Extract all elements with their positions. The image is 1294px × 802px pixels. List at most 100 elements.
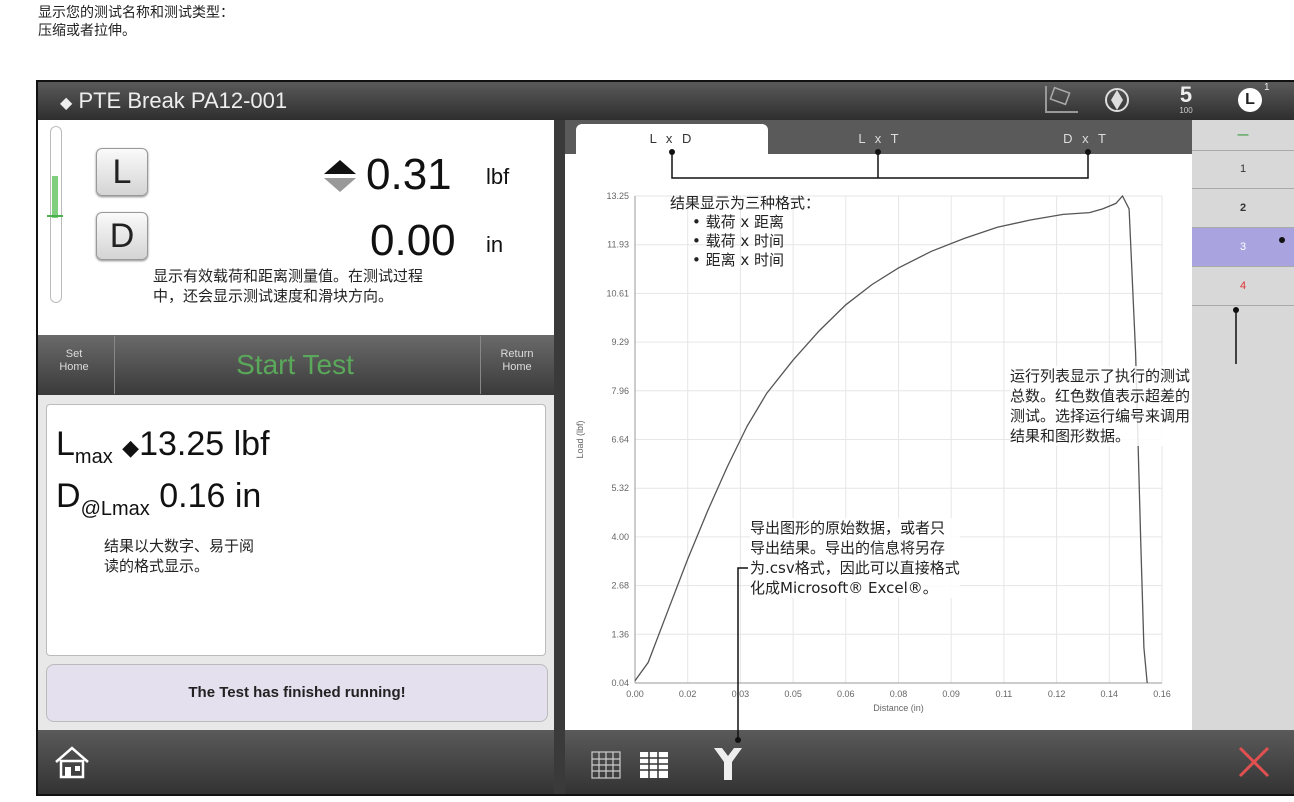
run-item[interactable]: 1: [1192, 150, 1294, 189]
start-test-button[interactable]: Start Test: [200, 345, 390, 385]
annotation-line: 运行列表显示了执行的测试: [1010, 367, 1191, 385]
test-title[interactable]: ◆ PTE Break PA12-001: [60, 86, 287, 119]
speed-value: 5: [1179, 82, 1193, 107]
x-tick-label: 0.09: [942, 689, 960, 699]
divider: [114, 336, 115, 394]
button-label: Home: [59, 361, 89, 373]
table-view-icon[interactable]: [636, 748, 672, 786]
x-tick-label: 0.00: [626, 689, 644, 699]
x-tick-label: 0.16: [1153, 689, 1171, 699]
test-name-annotation: 显示您的测试名称和测试类型： 压缩或者拉伸。: [38, 4, 234, 40]
annotation-line: 读的格式显示。: [104, 557, 210, 575]
speed-sub: 100: [1179, 106, 1193, 115]
status-message: The Test has finished running!: [46, 664, 548, 722]
load-key-button[interactable]: L: [96, 148, 148, 196]
runs-annotation: 运行列表显示了执行的测试 总数。红色数值表示超差的 测试。选择运行编号来调用 结…: [1010, 366, 1191, 446]
distance-value: 0.00: [370, 216, 456, 265]
x-axis-title: Distance (in): [873, 703, 924, 713]
grid-view-icon[interactable]: [588, 748, 624, 786]
load-direction-icon: [322, 160, 358, 196]
lmax-label: L: [56, 425, 75, 463]
export-annotation: 导出图形的原始数据，或者只 导出结果。导出的信息将另存 为.csv格式，因此可以…: [750, 518, 960, 598]
run-item[interactable]: 2: [1192, 189, 1294, 228]
direction-icon: ◆: [122, 435, 140, 460]
y-tick-label: 0.04: [611, 678, 629, 688]
annotation-bullet: • 距离 x 时间: [692, 251, 785, 269]
y-tick-label: 1.36: [611, 629, 629, 639]
x-tick-label: 0.02: [679, 689, 697, 699]
y-axis-title: Load (lbf): [575, 420, 585, 458]
dlmax-result: D@Lmax 0.16 in: [56, 476, 261, 529]
annotation-line: 显示有效载荷和距离测量值。在测试过程: [153, 267, 424, 285]
user-badge: 1: [1264, 82, 1270, 93]
tabs-annotation: 结果显示为三种格式： • 载荷 x 距离 • 载荷 x 时间 • 距离 x 时间: [670, 194, 820, 270]
x-tick-label: 0.05: [784, 689, 802, 699]
dlmax-value: 0.16 in: [159, 477, 262, 515]
x-tick-label: 0.11: [995, 689, 1012, 699]
y-tick-label: 10.61: [606, 288, 629, 298]
annotation-line: 结果显示为三种格式：: [670, 194, 821, 212]
annotation-line: 为.csv格式，因此可以直接格式: [750, 559, 960, 577]
results-annotation: 结果以大数字、易于阅 读的格式显示。: [104, 536, 254, 576]
runs-callout-line: [1233, 237, 1285, 364]
y-tick-label: 4.00: [611, 532, 629, 542]
annotation-bullet: • 载荷 x 距离: [692, 213, 785, 231]
y-tick-label: 11.93: [607, 240, 629, 250]
distance-unit: in: [486, 232, 504, 257]
y-tick-label: 5.32: [611, 483, 629, 493]
home-icon[interactable]: [52, 744, 92, 784]
button-label: Set: [65, 348, 83, 360]
test-title-text: PTE Break PA12-001: [78, 88, 288, 113]
dlmax-sub: @Lmax: [80, 497, 150, 520]
lmax-value: 13.25 lbf: [139, 425, 270, 463]
chart-zoom-icon[interactable]: [1042, 84, 1082, 116]
y-tick-label: 6.64: [611, 435, 629, 445]
x-tick-label: 0.14: [1101, 689, 1119, 699]
annotation-line: 压缩或者拉伸。: [38, 23, 136, 39]
button-label: Return: [500, 348, 534, 360]
y-tick-label: 2.68: [611, 581, 629, 591]
run-list-header: —: [1192, 124, 1294, 151]
load-value: 0.31: [366, 150, 452, 199]
y-tick-label: 13.25: [606, 191, 629, 201]
user-icon[interactable]: L: [1238, 88, 1262, 112]
compass-icon[interactable]: [1103, 86, 1131, 122]
close-icon[interactable]: [1236, 744, 1272, 784]
readout-annotation: 显示有效载荷和距离测量值。在测试过程 中，还会显示测试速度和滑块方向。: [153, 266, 424, 306]
export-icon[interactable]: [712, 744, 744, 788]
annotation-line: 中，还会显示测试速度和滑块方向。: [153, 287, 394, 305]
return-home-button[interactable]: Return Home: [486, 348, 548, 374]
annotation-line: 结果以大数字、易于阅: [104, 537, 255, 555]
x-tick-label: 0.12: [1048, 689, 1066, 699]
bottom-bar-right: [565, 730, 1294, 794]
button-label: Home: [502, 361, 532, 373]
divider: [480, 336, 481, 394]
bottom-bar-left: [38, 730, 554, 794]
load-unit: lbf: [486, 164, 510, 189]
annotation-line: 距离 x 时间: [705, 251, 785, 269]
annotation-line: 总数。红色数值表示超差的: [1010, 387, 1191, 405]
export-callout-line: [735, 567, 748, 743]
annotation-line: 载荷 x 时间: [705, 232, 785, 250]
gauge-fill: [52, 176, 58, 218]
annotation-line: 载荷 x 距离: [705, 213, 785, 231]
dlmax-label: D: [56, 477, 81, 515]
x-tick-label: 0.06: [837, 689, 855, 699]
annotation-line: 导出结果。导出的信息将另存: [750, 539, 946, 557]
up-down-arrow-icon: ◆: [60, 95, 73, 112]
annotation-line: 显示您的测试名称和测试类型：: [38, 5, 234, 21]
annotation-line: 结果和图形数据。: [1010, 427, 1131, 445]
lmax-sub: max: [74, 445, 113, 468]
annotation-line: 导出图形的原始数据，或者只: [750, 519, 946, 537]
gauge-marker: [47, 215, 63, 217]
x-tick-label: 0.08: [890, 689, 908, 699]
annotation-line: 化成Microsoft® Excel®。: [750, 579, 938, 597]
y-tick-label: 9.29: [611, 337, 629, 347]
annotation-bullet: • 载荷 x 时间: [692, 232, 785, 250]
y-tick-label: 7.96: [611, 386, 629, 396]
set-home-button[interactable]: Set Home: [44, 348, 104, 374]
lmax-result: Lmax ◆13.25 lbf: [56, 424, 270, 477]
distance-key-button[interactable]: D: [96, 212, 148, 260]
speed-indicator[interactable]: 5 100: [1176, 84, 1196, 116]
annotation-line: 测试。选择运行编号来调用: [1010, 407, 1191, 425]
